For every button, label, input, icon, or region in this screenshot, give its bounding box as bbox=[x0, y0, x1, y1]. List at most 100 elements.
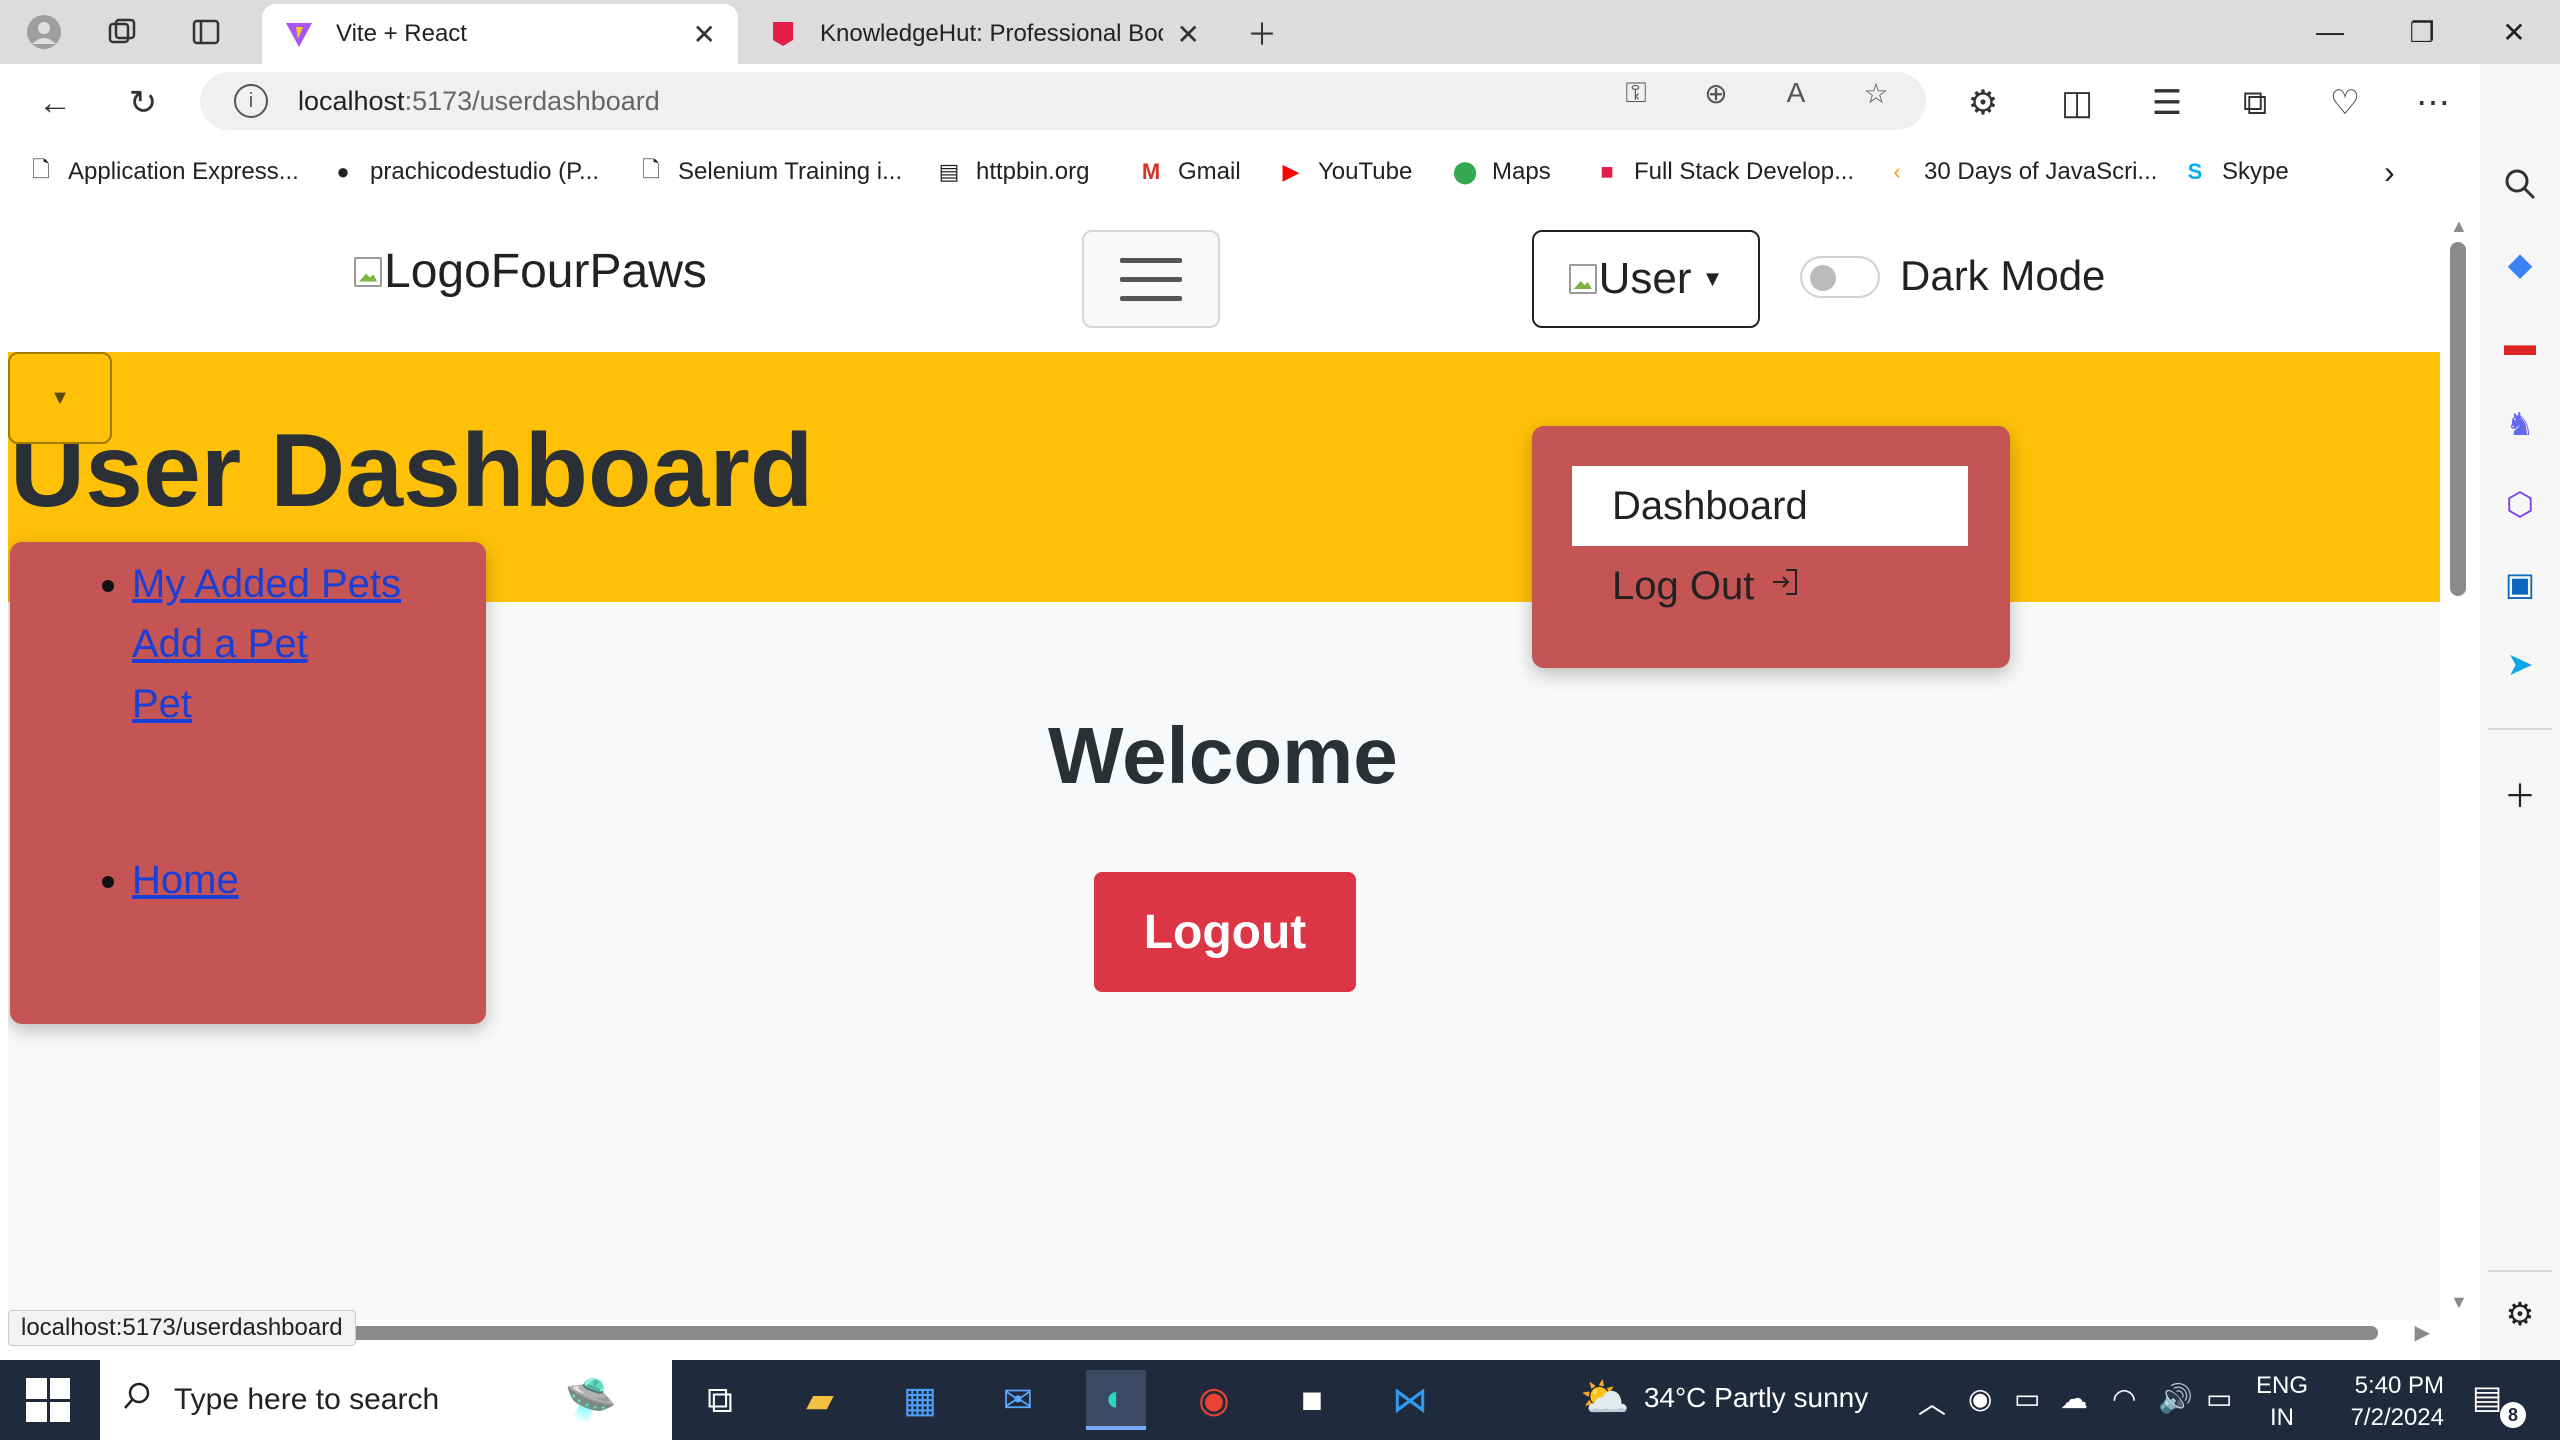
edge-icon[interactable]: ◐ bbox=[1086, 1370, 1146, 1430]
back-icon[interactable]: ← bbox=[30, 78, 80, 128]
minimize-icon[interactable]: — bbox=[2300, 8, 2360, 56]
partly-sunny-icon: ⛅ bbox=[1580, 1376, 1630, 1420]
more-menu-icon[interactable]: ⋯ bbox=[2408, 78, 2458, 128]
notification-count: 8 bbox=[2500, 1402, 2526, 1428]
new-tab-icon[interactable]: ＋ bbox=[1240, 10, 1284, 54]
weather-widget[interactable]: ⛅ 34°C Partly sunny bbox=[1580, 1374, 1868, 1421]
bookmark-item[interactable]: ● prachicodestudio (P... bbox=[328, 152, 599, 192]
sidebar-toggle-button[interactable]: ▼ bbox=[8, 352, 112, 444]
bookmark-item[interactable]: M Gmail bbox=[1136, 152, 1241, 192]
dark-mode-label: Dark Mode bbox=[1900, 252, 2106, 299]
task-view-icon[interactable]: ⧉ bbox=[690, 1370, 750, 1430]
broken-image-icon bbox=[1568, 264, 1597, 294]
drop-icon[interactable]: ➤ bbox=[2496, 640, 2544, 688]
profile-icon[interactable] bbox=[22, 10, 66, 54]
record-icon[interactable]: ◉ bbox=[1968, 1382, 1992, 1415]
close-tab-icon[interactable]: ✕ bbox=[1177, 18, 1200, 51]
collections-icon[interactable]: ⧉ bbox=[2230, 78, 2280, 128]
settings-gear-icon[interactable]: ⚙ bbox=[2496, 1290, 2544, 1338]
search-icon[interactable] bbox=[2496, 160, 2544, 208]
sidebar-link-pet[interactable]: Pet bbox=[132, 674, 401, 734]
menu-item-log-out[interactable]: Log Out bbox=[1572, 546, 1968, 626]
battery-icon[interactable]: ▭ bbox=[2206, 1382, 2232, 1415]
sidebar-link-home[interactable]: Home bbox=[132, 850, 239, 910]
status-bar-url: localhost:5173/userdashboard bbox=[8, 1310, 356, 1346]
close-window-icon[interactable]: ✕ bbox=[2484, 8, 2544, 56]
bookmark-item[interactable]: ⬤ Maps bbox=[1450, 152, 1551, 192]
vite-icon bbox=[284, 19, 314, 49]
games-icon[interactable]: ♞ bbox=[2496, 400, 2544, 448]
maps-icon: ⬤ bbox=[1452, 159, 1478, 184]
refresh-icon[interactable]: ↻ bbox=[118, 78, 168, 128]
vertical-scrollbar[interactable]: ▲ ▼ bbox=[2440, 212, 2480, 1334]
address-url[interactable]: localhost:5173/userdashboard bbox=[298, 86, 660, 117]
outlook-icon[interactable]: ▣ bbox=[2496, 560, 2544, 608]
close-tab-icon[interactable]: ✕ bbox=[693, 18, 716, 51]
horizontal-scrollbar[interactable]: ▶ bbox=[8, 1320, 2440, 1346]
wifi-icon[interactable]: ◠ bbox=[2112, 1382, 2136, 1415]
key-icon[interactable]: ⚿ bbox=[1616, 73, 1656, 113]
notifications-icon[interactable]: ▤ 8 bbox=[2472, 1378, 2526, 1428]
bookmark-item[interactable]: ■ Full Stack Develop... bbox=[1592, 152, 1854, 192]
taskbar-search[interactable]: Type here to search 🛸 bbox=[100, 1360, 672, 1440]
site-info-icon[interactable]: i bbox=[234, 84, 268, 118]
navbar-toggler-button[interactable] bbox=[1082, 230, 1220, 328]
logout-button[interactable]: Logout bbox=[1094, 872, 1356, 992]
scroll-right-icon[interactable]: ▶ bbox=[2415, 1320, 2430, 1345]
js-icon: ‹ bbox=[1893, 159, 1901, 184]
bookmark-item[interactable]: ▤ httpbin.org bbox=[934, 152, 1090, 192]
bookmark-item[interactable]: 🗋 Application Express... bbox=[26, 152, 299, 192]
onedrive-icon[interactable]: ☁ bbox=[2060, 1382, 2088, 1415]
language-indicator[interactable]: ENG IN bbox=[2256, 1370, 2308, 1434]
dark-mode-toggle[interactable] bbox=[1800, 256, 1880, 298]
bookmarks-overflow-icon[interactable]: › bbox=[2384, 152, 2395, 192]
bookmark-item[interactable]: 🗋 Selenium Training i... bbox=[636, 152, 902, 192]
file-explorer-icon[interactable]: ▰ bbox=[790, 1370, 850, 1430]
show-hidden-icons-icon[interactable]: ︿ bbox=[1918, 1382, 1946, 1422]
skype-icon: S bbox=[2187, 159, 2203, 184]
user-menu-button[interactable]: User ▼ bbox=[1532, 230, 1760, 328]
clock[interactable]: 5:40 PM 7/2/2024 bbox=[2336, 1370, 2444, 1434]
mail-icon[interactable]: ✉ bbox=[988, 1370, 1048, 1430]
tab-actions-icon[interactable] bbox=[184, 10, 228, 54]
menu-item-dashboard[interactable]: Dashboard bbox=[1572, 466, 1968, 546]
scroll-up-icon[interactable]: ▲ bbox=[2450, 216, 2468, 237]
file-icon: 🗋 bbox=[32, 157, 50, 182]
bookmark-item[interactable]: S Skype bbox=[2180, 152, 2289, 192]
browser-toolbar: ← ↻ i localhost:5173/userdashboard ⚿ ⊕ A… bbox=[0, 64, 2480, 140]
favorite-star-icon[interactable]: ☆ bbox=[1856, 73, 1896, 113]
restore-icon[interactable]: ❐ bbox=[2392, 8, 2452, 56]
site-logo[interactable]: LogoFourPaws bbox=[354, 244, 707, 299]
add-icon[interactable]: ＋ bbox=[2496, 770, 2544, 818]
shopping-tag-icon[interactable]: ◆ bbox=[2496, 240, 2544, 288]
address-bar[interactable]: i localhost:5173/userdashboard bbox=[200, 72, 1926, 130]
browser-essentials-icon[interactable]: ♡ bbox=[2320, 78, 2370, 128]
extensions-icon[interactable]: ⚙ bbox=[1958, 78, 2008, 128]
tab-knowledgehut[interactable]: KnowledgeHut: Professional Boo ✕ bbox=[746, 4, 1222, 64]
meet-icon[interactable]: ▭ bbox=[2014, 1382, 2040, 1415]
terminal-icon[interactable]: ■ bbox=[1282, 1370, 1342, 1430]
sidebar-link-my-added-pets[interactable]: My Added Pets bbox=[132, 554, 401, 614]
tools-icon[interactable]: ▬ bbox=[2496, 320, 2544, 368]
microsoft-store-icon[interactable]: ▦ bbox=[890, 1370, 950, 1430]
microsoft-365-icon[interactable]: ⬡ bbox=[2496, 480, 2544, 528]
hamburger-icon bbox=[1120, 257, 1182, 263]
split-screen-icon[interactable]: ◫ bbox=[2052, 78, 2102, 128]
workspaces-icon[interactable] bbox=[100, 10, 144, 54]
scroll-down-icon[interactable]: ▼ bbox=[2450, 1292, 2468, 1313]
scroll-thumb[interactable] bbox=[8, 1326, 2378, 1340]
bookmark-item[interactable]: ▶ YouTube bbox=[1276, 152, 1413, 192]
tab-title: KnowledgeHut: Professional Boo bbox=[820, 20, 1163, 47]
scroll-thumb[interactable] bbox=[2450, 242, 2466, 596]
chrome-icon[interactable]: ◉ bbox=[1184, 1370, 1244, 1430]
windows-start-icon[interactable] bbox=[26, 1378, 70, 1422]
knowledgehut-icon bbox=[768, 19, 798, 49]
favorites-icon[interactable]: ☰ bbox=[2142, 78, 2192, 128]
vscode-icon[interactable]: ⋈ bbox=[1380, 1370, 1440, 1430]
bookmark-item[interactable]: ‹ 30 Days of JavaScri... bbox=[1882, 152, 2157, 192]
volume-icon[interactable]: 🔊 bbox=[2158, 1382, 2193, 1415]
zoom-icon[interactable]: ⊕ bbox=[1696, 73, 1736, 113]
read-aloud-icon[interactable]: A bbox=[1776, 73, 1816, 113]
sidebar-link-add-a-pet[interactable]: Add a Pet bbox=[132, 614, 401, 674]
tab-vite-react[interactable]: Vite + React ✕ bbox=[262, 4, 738, 64]
